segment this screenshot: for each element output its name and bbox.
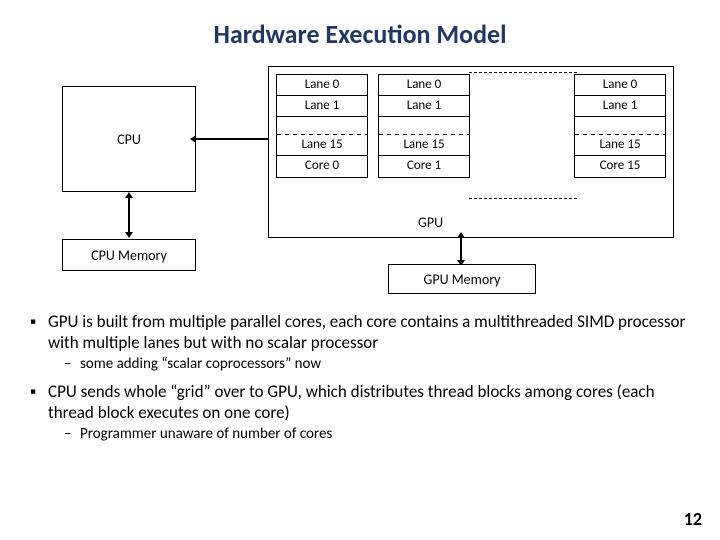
slide-title: Hardware Execution Model (0, 0, 720, 50)
bullet-icon: ▪ (30, 312, 48, 353)
lane-15: Lane 15 (379, 135, 469, 156)
sub-bullet-2: –Programmer unaware of number of cores (64, 425, 690, 443)
lane-0: Lane 0 (277, 75, 367, 96)
lane-ellipsis (379, 117, 469, 135)
bullet-icon: ▪ (30, 382, 48, 423)
sub-bullet-1: –some adding “scalar coprocessors” now (64, 355, 690, 373)
bullet-2: ▪CPU sends whole “grid” over to GPU, whi… (30, 382, 690, 423)
core-1: Lane 0 Lane 1 Lane 15 Core 1 (378, 74, 470, 178)
core-label: Core 0 (277, 156, 367, 177)
gpu-label: GPU (418, 214, 443, 231)
gpu-memory-box: GPU Memory (388, 264, 536, 294)
core-15: Lane 0 Lane 1 Lane 15 Core 15 (574, 74, 666, 178)
lane-0: Lane 0 (575, 75, 665, 96)
page-number: 12 (684, 508, 702, 530)
hardware-diagram: CPU CPU Memory Lane 0 Lane 1 Lane 15 Cor… (0, 64, 720, 304)
lane-15: Lane 15 (277, 135, 367, 156)
cores-ellipsis-bottom (469, 198, 577, 199)
lane-ellipsis (277, 117, 367, 135)
lane-0: Lane 0 (379, 75, 469, 96)
core-label: Core 15 (575, 156, 665, 177)
lane-1: Lane 1 (277, 96, 367, 117)
lane-1: Lane 1 (575, 96, 665, 117)
gpu-to-mem-arrow (460, 238, 462, 260)
lane-15: Lane 15 (575, 135, 665, 156)
cpu-box: CPU (62, 86, 196, 192)
core-0: Lane 0 Lane 1 Lane 15 Core 0 (276, 74, 368, 178)
lane-1: Lane 1 (379, 96, 469, 117)
bullet-1: ▪GPU is built from multiple parallel cor… (30, 312, 690, 353)
core-label: Core 1 (379, 156, 469, 177)
cpu-to-mem-arrow (128, 198, 130, 232)
bullet-list: ▪GPU is built from multiple parallel cor… (0, 312, 720, 444)
lane-ellipsis (575, 117, 665, 135)
cpu-memory-box: CPU Memory (62, 239, 196, 271)
cpu-to-gpu-arrow (196, 138, 268, 140)
dash-icon: – (64, 355, 80, 373)
dash-icon: – (64, 425, 80, 443)
cores-ellipsis-top (469, 72, 577, 73)
